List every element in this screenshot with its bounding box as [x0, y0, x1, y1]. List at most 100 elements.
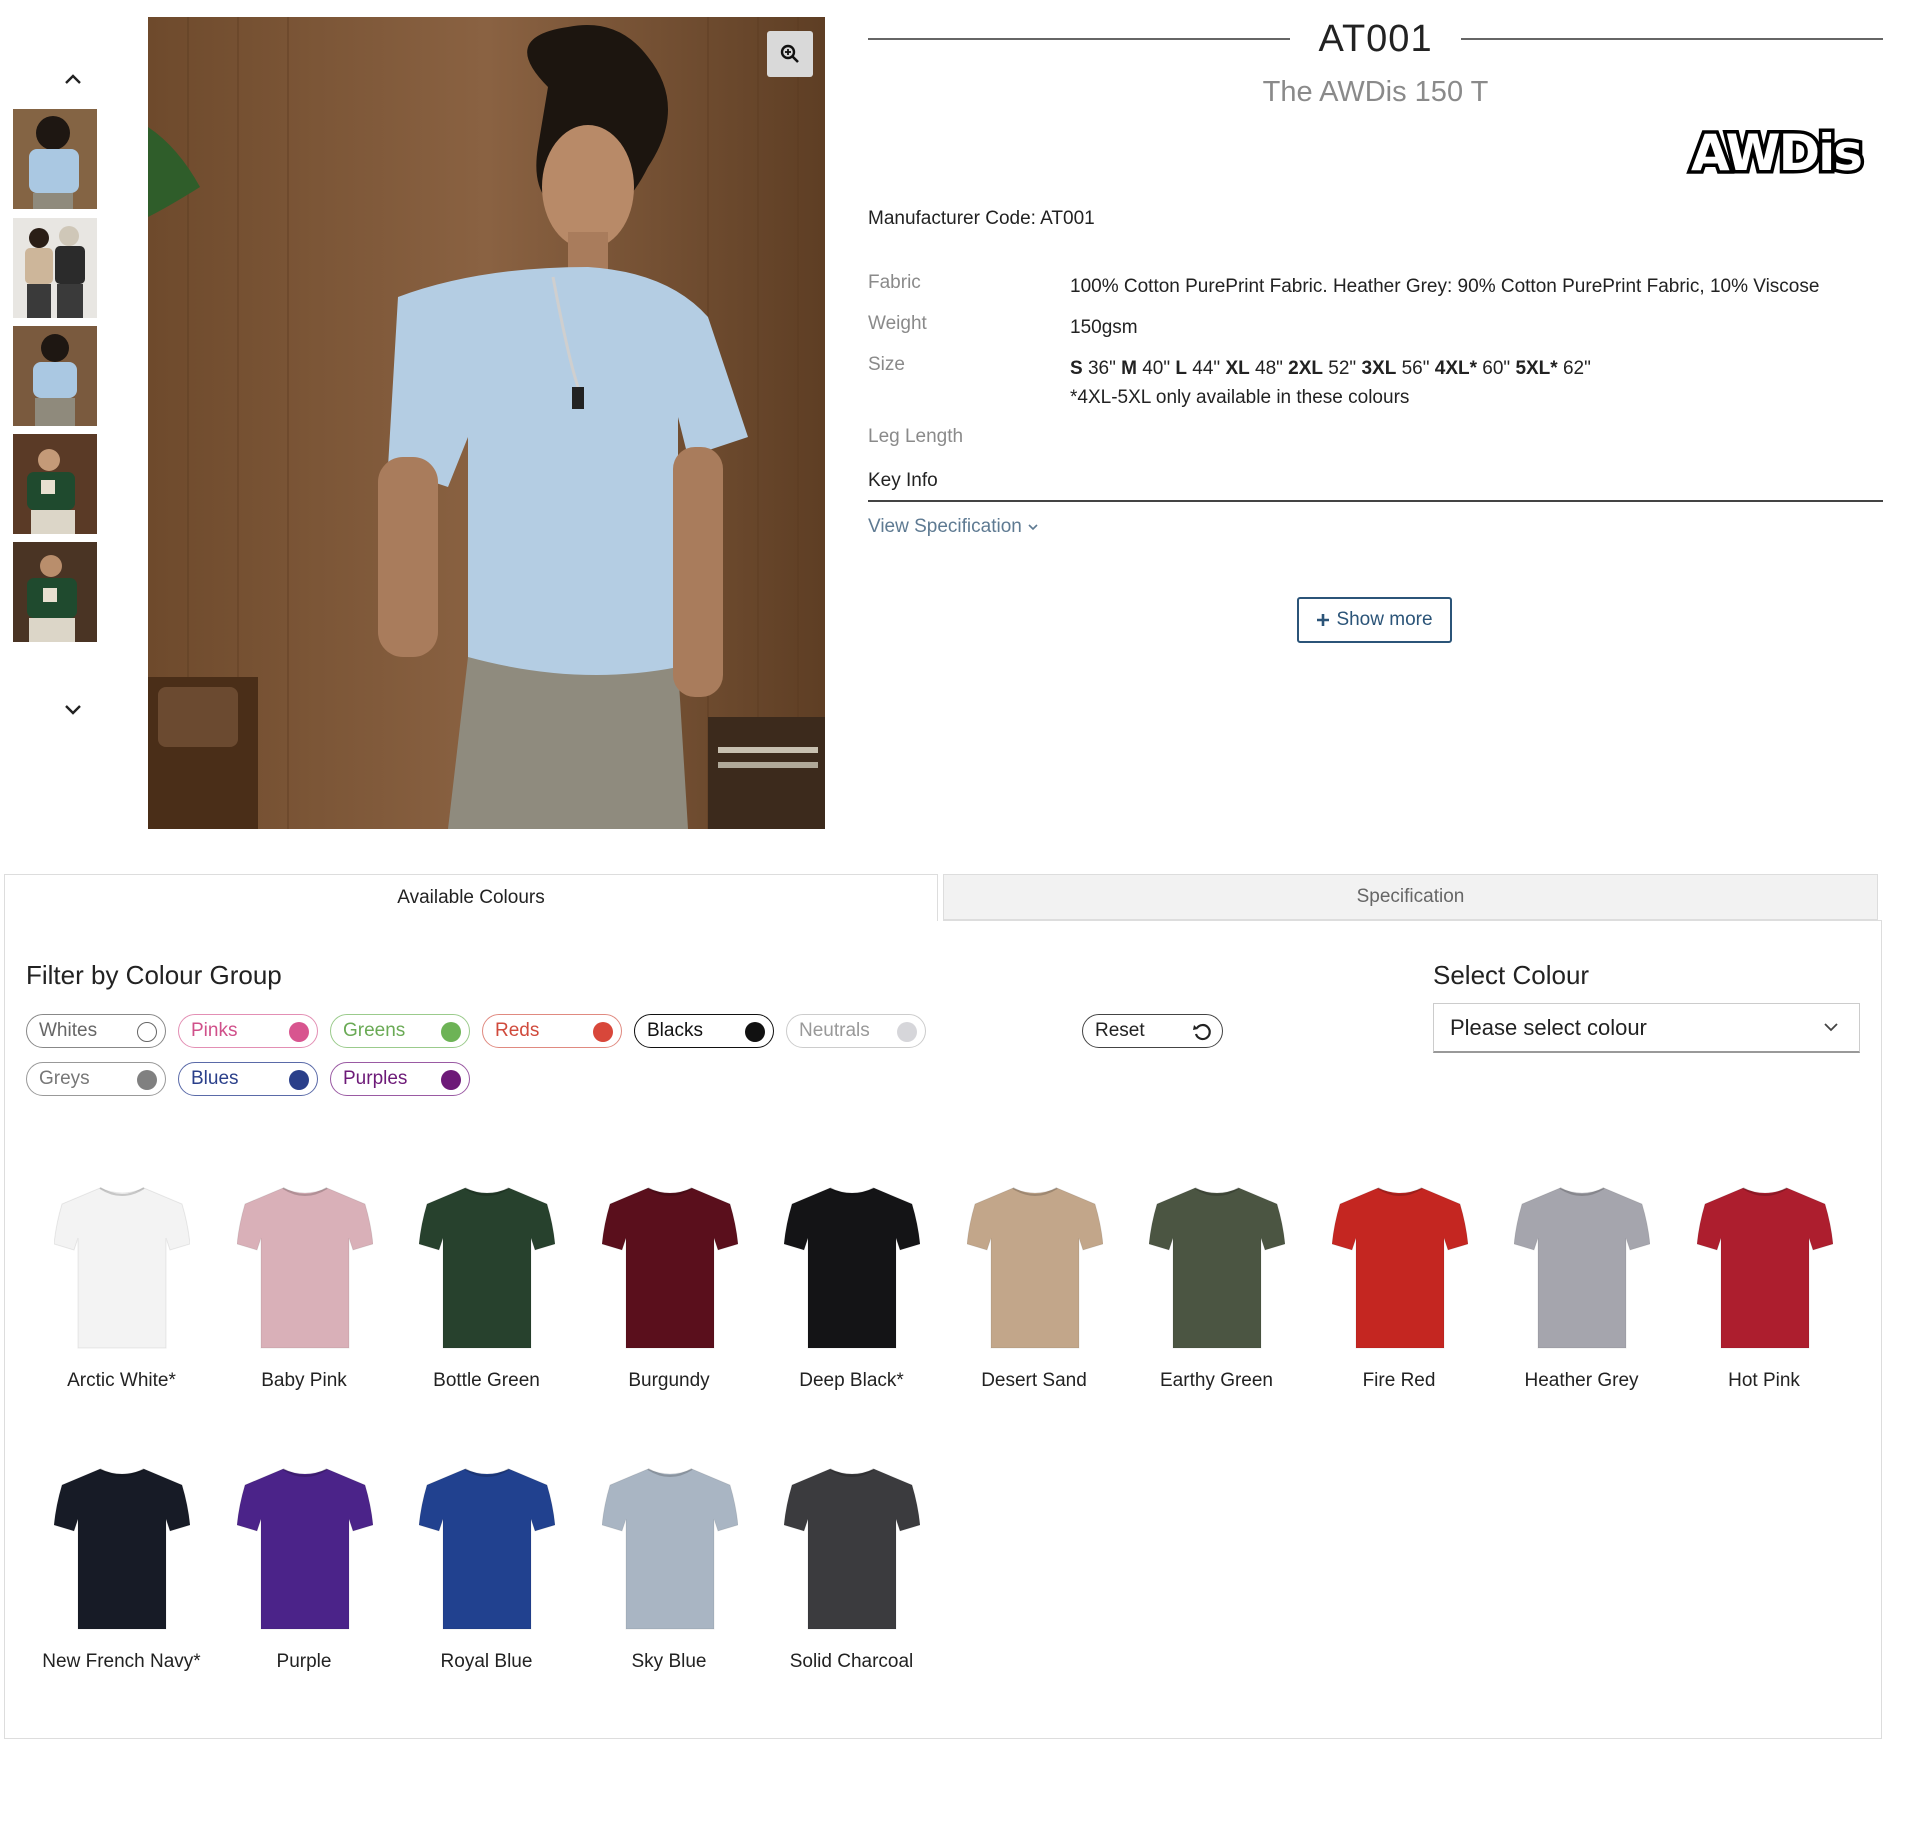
filter-pill-reds[interactable]: Reds — [482, 1014, 622, 1048]
size-chest: 62" — [1557, 358, 1591, 379]
colour-dot-icon — [441, 1022, 461, 1042]
filter-pill-label: Greys — [39, 1068, 90, 1089]
colour-dot-icon — [289, 1070, 309, 1090]
weight-label: Weight — [868, 313, 927, 334]
t-shirt-icon — [54, 1468, 190, 1630]
t-shirt-icon — [784, 1187, 920, 1349]
filter-pill-label: Neutrals — [799, 1020, 870, 1041]
colour-dot-icon — [289, 1022, 309, 1042]
colour-swatch-label: Fire Red — [1362, 1370, 1436, 1391]
colour-swatch-label: Royal Blue — [440, 1651, 533, 1672]
colour-swatch[interactable]: Heather Grey — [1490, 1180, 1673, 1420]
zoom-in-icon — [780, 44, 799, 63]
colour-swatch-label: Baby Pink — [261, 1370, 347, 1391]
thumbnail-3[interactable] — [13, 326, 97, 426]
key-info-heading: Key Info — [868, 470, 1883, 502]
select-colour-title: Select Colour — [1433, 960, 1590, 990]
tab-specification[interactable]: Specification — [943, 874, 1878, 920]
filter-pill-label: Reds — [495, 1020, 540, 1041]
zoom-button[interactable] — [767, 31, 813, 77]
size-chest: 60" — [1477, 358, 1516, 379]
colour-swatch[interactable]: Purple — [213, 1461, 396, 1701]
filter-pill-blues[interactable]: Blues — [178, 1062, 318, 1096]
colour-swatch-label: Purple — [276, 1651, 332, 1672]
size-chest: 40" — [1136, 358, 1176, 379]
show-more-button[interactable]: Show more — [1297, 597, 1452, 643]
product-code-title: AT001 — [1318, 17, 1433, 60]
colour-swatch[interactable]: Burgundy — [578, 1180, 761, 1420]
colour-dot-icon — [441, 1070, 461, 1090]
size-chest: 48" — [1249, 358, 1289, 379]
size-chest: 56" — [1396, 358, 1435, 379]
thumbnail-up-button[interactable] — [30, 55, 116, 105]
thumbnail-1[interactable] — [13, 109, 97, 209]
size-code: 2XL — [1288, 358, 1324, 379]
chevron-down-icon — [1824, 1023, 1838, 1032]
brand-logo: AWDis — [1676, 121, 1876, 186]
t-shirt-icon — [236, 1468, 373, 1630]
t-shirt-icon — [966, 1187, 1103, 1349]
colour-swatch-label: Hot Pink — [1728, 1370, 1800, 1391]
t-shirt-icon — [236, 1187, 373, 1349]
size-label: Size — [868, 354, 905, 375]
size-code: 4XL* — [1434, 358, 1477, 379]
size-value: S 36" M 40" L 44" XL 48" 2XL 52" 3XL 56"… — [1070, 354, 1591, 412]
t-shirt-icon — [1514, 1187, 1650, 1349]
leg-length-label: Leg Length — [868, 426, 964, 447]
colour-select[interactable]: Please select colour — [1433, 1003, 1860, 1053]
view-specification-link[interactable]: View Specification — [868, 516, 1039, 538]
thumbnail-down-button[interactable] — [30, 684, 116, 734]
colour-swatch-label: Heather Grey — [1524, 1370, 1639, 1391]
filter-pill-neutrals[interactable]: Neutrals — [786, 1014, 926, 1048]
filter-pill-purples[interactable]: Purples — [330, 1062, 470, 1096]
t-shirt-icon — [601, 1468, 738, 1630]
colour-swatch[interactable]: Hot Pink — [1673, 1180, 1856, 1420]
colour-swatch-label: Burgundy — [628, 1370, 710, 1391]
fabric-value: 100% Cotton PurePrint Fabric. Heather Gr… — [1070, 276, 1820, 297]
filter-pill-label: Blues — [191, 1068, 239, 1089]
colour-swatch-label: Bottle Green — [433, 1370, 540, 1391]
colour-swatch[interactable]: Royal Blue — [395, 1461, 578, 1701]
colour-swatch-label: New French Navy* — [42, 1651, 201, 1672]
thumbnail-2[interactable] — [13, 218, 97, 318]
t-shirt-icon — [784, 1468, 920, 1630]
colour-swatch[interactable]: New French Navy* — [30, 1461, 213, 1701]
reset-filter-button[interactable]: Reset — [1082, 1014, 1223, 1048]
colour-dot-icon — [897, 1022, 917, 1042]
reset-icon — [1193, 1023, 1211, 1041]
size-code: L — [1175, 358, 1187, 379]
colour-dot-icon — [745, 1022, 765, 1042]
colour-swatch[interactable]: Sky Blue — [578, 1461, 761, 1701]
colour-swatch-label: Deep Black* — [799, 1370, 904, 1391]
filter-pill-greys[interactable]: Greys — [26, 1062, 166, 1096]
plus-icon — [1317, 614, 1330, 626]
thumbnail-5[interactable] — [13, 542, 97, 642]
filter-pill-pinks[interactable]: Pinks — [178, 1014, 318, 1048]
filter-pill-label: Purples — [343, 1068, 408, 1089]
size-note: *4XL-5XL only available in these colours — [1070, 387, 1410, 408]
colour-swatch[interactable]: Desert Sand — [943, 1180, 1126, 1420]
colour-swatch[interactable]: Solid Charcoal — [760, 1461, 943, 1701]
t-shirt-icon — [54, 1187, 190, 1349]
colour-swatch-label: Sky Blue — [631, 1651, 707, 1672]
filter-pill-greens[interactable]: Greens — [330, 1014, 470, 1048]
size-code: M — [1121, 358, 1137, 379]
size-code: S — [1070, 358, 1083, 379]
colour-swatch[interactable]: Arctic White* — [30, 1180, 213, 1420]
colour-swatch-label: Arctic White* — [67, 1370, 176, 1391]
filter-pill-whites[interactable]: Whites — [26, 1014, 166, 1048]
chevron-down-icon — [1028, 524, 1038, 531]
colour-swatch[interactable]: Earthy Green — [1125, 1180, 1308, 1420]
filter-pill-label: Pinks — [191, 1020, 238, 1041]
size-code: XL — [1225, 358, 1250, 379]
colour-swatch[interactable]: Bottle Green — [395, 1180, 578, 1420]
colour-swatch[interactable]: Deep Black* — [760, 1180, 943, 1420]
colour-swatch[interactable]: Fire Red — [1308, 1180, 1491, 1420]
tab-available-colours[interactable]: Available Colours — [4, 874, 938, 921]
t-shirt-icon — [419, 1468, 555, 1630]
filter-pill-blacks[interactable]: Blacks — [634, 1014, 774, 1048]
size-list: S 36" M 40" L 44" XL 48" 2XL 52" 3XL 56"… — [1070, 358, 1591, 379]
thumbnail-4[interactable] — [13, 434, 97, 534]
colour-swatch-label: Desert Sand — [981, 1370, 1087, 1391]
colour-swatch[interactable]: Baby Pink — [213, 1180, 396, 1420]
